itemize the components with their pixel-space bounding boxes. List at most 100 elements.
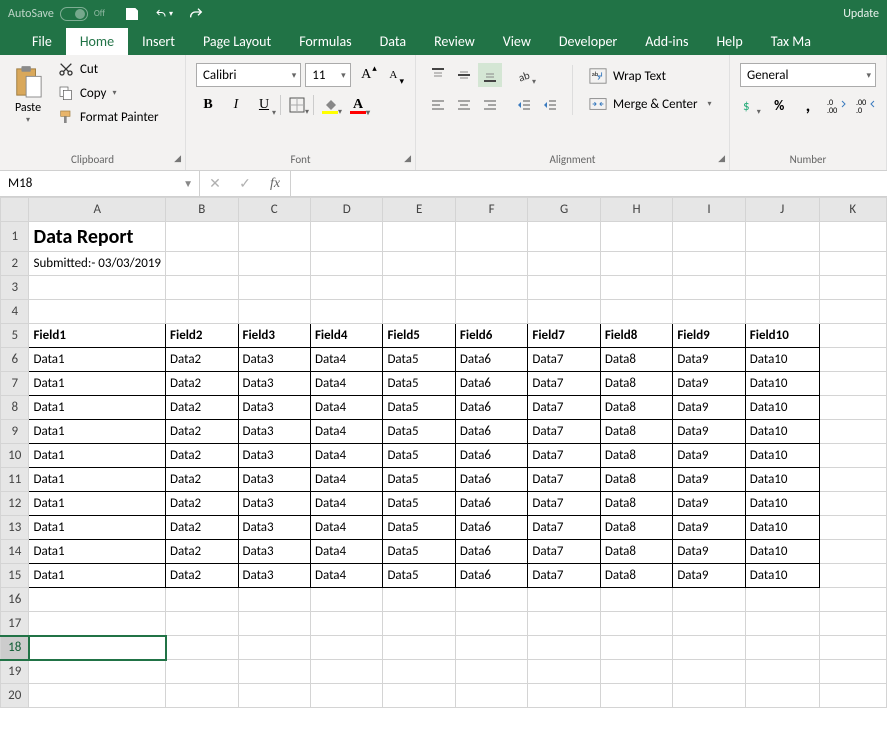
cell[interactable] [238, 684, 310, 708]
cell[interactable]: Field5 [383, 324, 455, 348]
cell[interactable]: Data7 [528, 444, 600, 468]
row-header[interactable]: 1 [1, 222, 29, 252]
cell[interactable]: Data2 [166, 540, 238, 564]
cell[interactable] [383, 222, 455, 252]
paste-button[interactable]: Paste ▾ [6, 59, 50, 131]
cell[interactable]: Data6 [455, 396, 527, 420]
cell[interactable] [29, 636, 166, 660]
cell[interactable] [455, 636, 527, 660]
cell[interactable]: Data5 [383, 420, 455, 444]
tab-data[interactable]: Data [366, 28, 420, 55]
row-header[interactable]: 8 [1, 396, 29, 420]
cell[interactable]: Data1 [29, 540, 166, 564]
cell[interactable] [673, 636, 745, 660]
spreadsheet-grid[interactable]: ABCDEFGHIJK1Data Report2Submitted:- 03/0… [0, 197, 887, 708]
cell[interactable] [600, 588, 672, 612]
cell[interactable] [819, 468, 886, 492]
cell[interactable] [455, 612, 527, 636]
format-painter-button[interactable]: Format Painter [56, 107, 161, 127]
cell[interactable] [819, 660, 886, 684]
cell[interactable]: Data6 [455, 372, 527, 396]
cell[interactable]: Data3 [238, 540, 310, 564]
font-size-select[interactable]: 11▾ [305, 63, 350, 87]
cell[interactable] [745, 252, 819, 276]
cell[interactable]: Data10 [745, 468, 819, 492]
row-header[interactable]: 16 [1, 588, 29, 612]
row-header[interactable]: 18 [1, 636, 29, 660]
cell[interactable]: Data8 [600, 540, 672, 564]
column-header[interactable]: K [819, 198, 886, 222]
cell[interactable]: Data2 [166, 348, 238, 372]
tab-home[interactable]: Home [66, 28, 128, 55]
tab-view[interactable]: View [489, 28, 545, 55]
cell[interactable]: Data8 [600, 516, 672, 540]
cell[interactable]: Data3 [238, 492, 310, 516]
italic-button[interactable]: I [224, 93, 248, 117]
row-header[interactable]: 12 [1, 492, 29, 516]
column-header[interactable]: D [310, 198, 382, 222]
cell[interactable] [528, 636, 600, 660]
cell[interactable]: Field1 [29, 324, 166, 348]
tab-add-ins[interactable]: Add-ins [631, 28, 702, 55]
cell[interactable] [29, 684, 166, 708]
cell[interactable]: Data10 [745, 372, 819, 396]
tab-help[interactable]: Help [702, 28, 756, 55]
cell[interactable]: Data7 [528, 468, 600, 492]
cell[interactable]: Data5 [383, 492, 455, 516]
cell[interactable] [745, 684, 819, 708]
cell[interactable] [383, 276, 455, 300]
cell[interactable]: Data8 [600, 372, 672, 396]
cell[interactable]: Data4 [310, 444, 382, 468]
cell[interactable] [600, 636, 672, 660]
cell[interactable]: Data5 [383, 516, 455, 540]
cell[interactable] [528, 588, 600, 612]
cell[interactable] [455, 300, 527, 324]
cell[interactable]: Data7 [528, 420, 600, 444]
decrease-decimal-icon[interactable]: .00.0 [855, 93, 876, 117]
cell[interactable] [600, 684, 672, 708]
cell[interactable] [819, 372, 886, 396]
cell[interactable] [383, 252, 455, 276]
cell[interactable] [819, 252, 886, 276]
cell[interactable] [819, 612, 886, 636]
cell[interactable] [166, 588, 238, 612]
cell[interactable] [310, 588, 382, 612]
cell[interactable]: Data10 [745, 516, 819, 540]
increase-decimal-icon[interactable]: .0.00 [826, 93, 847, 117]
orientation-button[interactable]: ab [512, 63, 536, 87]
cell[interactable] [819, 492, 886, 516]
cell[interactable] [528, 222, 600, 252]
row-header[interactable]: 2 [1, 252, 29, 276]
cell[interactable] [673, 660, 745, 684]
cell[interactable] [383, 588, 455, 612]
cell[interactable] [600, 276, 672, 300]
cell[interactable] [819, 444, 886, 468]
cell[interactable]: Data5 [383, 564, 455, 588]
align-center-icon[interactable] [452, 93, 476, 117]
cell[interactable]: Data1 [29, 492, 166, 516]
tab-review[interactable]: Review [420, 28, 489, 55]
cell[interactable]: Data7 [528, 516, 600, 540]
cell[interactable]: Data1 [29, 396, 166, 420]
merge-center-button[interactable]: Merge & Center ▾ [583, 91, 718, 117]
cell[interactable] [819, 564, 886, 588]
save-icon[interactable] [123, 5, 141, 23]
row-header[interactable]: 5 [1, 324, 29, 348]
cell[interactable] [673, 222, 745, 252]
cell[interactable]: Data7 [528, 492, 600, 516]
row-header[interactable]: 17 [1, 612, 29, 636]
cell[interactable] [528, 660, 600, 684]
cell[interactable]: Data3 [238, 564, 310, 588]
cell[interactable] [819, 684, 886, 708]
cell[interactable] [528, 684, 600, 708]
cell[interactable]: Data4 [310, 468, 382, 492]
cell[interactable] [673, 276, 745, 300]
accounting-format-button[interactable]: $ [740, 93, 761, 117]
cell[interactable] [528, 612, 600, 636]
cell[interactable]: Data1 [29, 420, 166, 444]
cell[interactable] [745, 276, 819, 300]
row-header[interactable]: 10 [1, 444, 29, 468]
cell[interactable] [745, 612, 819, 636]
cell[interactable] [600, 222, 672, 252]
cell[interactable]: Data10 [745, 348, 819, 372]
